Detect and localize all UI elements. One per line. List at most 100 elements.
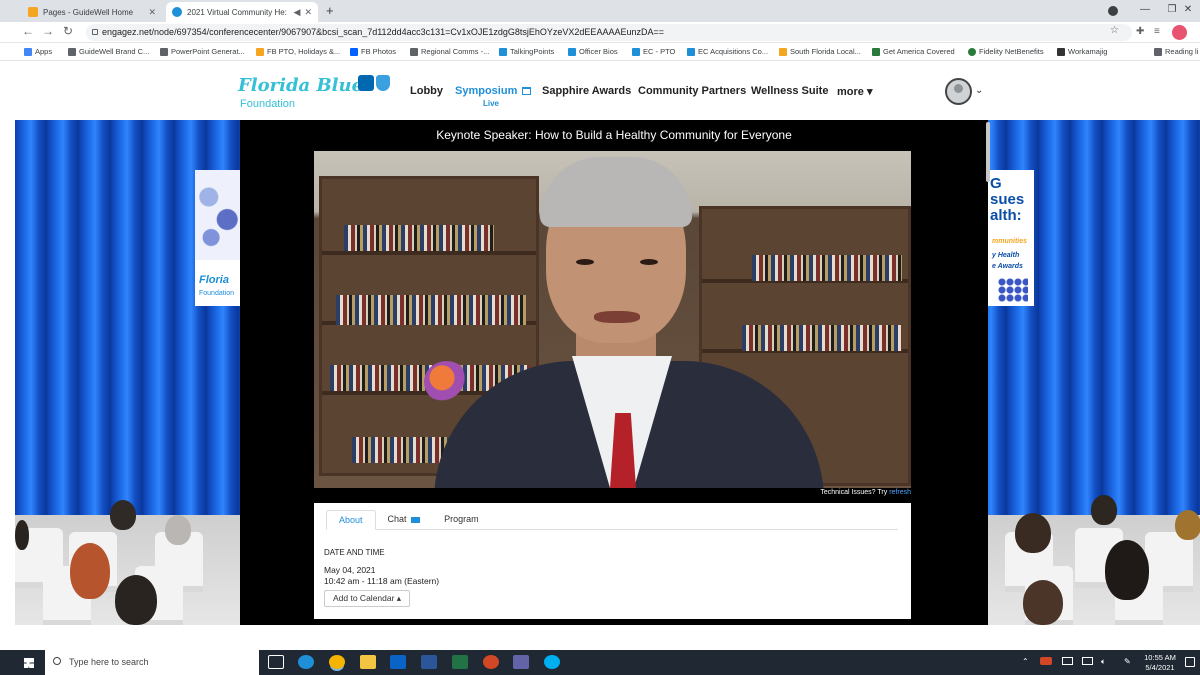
edge-icon[interactable] [298,655,314,669]
new-tab-button[interactable]: + [326,3,334,18]
teams-icon[interactable] [513,655,529,669]
session-info-box: About Chat Program DATE AND TIME May 04,… [314,503,911,619]
network-icon[interactable] [1082,657,1093,665]
volume-icon[interactable]: 🔈︎ [1101,657,1106,667]
blue-cross-icon [358,75,374,91]
sharepoint-icon [499,47,507,56]
windows-start-icon[interactable] [24,658,34,668]
bookmark-south-florida-local[interactable]: South Florida Local... [779,47,861,56]
bookmark-label: FB PTO, Holidays &... [267,47,341,56]
profile-avatar[interactable] [1172,25,1187,40]
bookmark-fidelity-netbenefits[interactable]: Fidelity NetBenefits [968,47,1044,56]
forward-arrow-icon[interactable]: → [42,24,54,38]
taskbar-search[interactable]: Type here to search [45,650,259,675]
pages-icon [779,47,787,56]
pen-icon[interactable]: ✎ [1124,657,1131,666]
pages-favicon-icon [28,7,38,17]
calendar-icon [522,87,532,96]
banner-text: Floria [199,274,229,286]
nav-symposium[interactable]: Symposium [455,85,532,97]
session-time: 10:42 am - 11:18 am (Eastern) [324,576,440,586]
reading-list[interactable]: Reading li [1154,47,1198,56]
notifications-icon[interactable] [1185,657,1195,667]
apps-grid-icon [24,47,32,56]
chevron-up-icon[interactable]: ⌃ [1022,657,1029,666]
taskbar-clock[interactable]: 10:55 AM 5/4/2021 [1142,653,1178,673]
audience-member [1023,580,1063,625]
bookmark-ec-acquisitions[interactable]: EC Acquisitions Co... [687,47,768,56]
task-view-icon[interactable] [268,655,284,669]
address-bar[interactable]: engagez.net/node/697354/conferencecenter… [86,24,1132,41]
add-to-calendar-button[interactable]: Add to Calendar ▴ [324,590,411,607]
florida-blue-logo[interactable]: Florida Blue [238,75,363,96]
tab-search-icon[interactable] [1108,6,1118,16]
bookmark-apps[interactable]: Apps [24,47,52,56]
close-tab-icon[interactable]: ✕ [304,7,312,18]
books [752,255,902,281]
clock-time: 10:55 AM [1144,653,1176,662]
bookmark-star-icon[interactable]: ☆ [1110,25,1119,36]
bookmark-officer-bios[interactable]: Officer Bios [568,47,618,56]
bookmark-regional-comms[interactable]: Regional Comms -... [410,47,489,56]
audio-playing-icon[interactable]: ◀ [294,7,301,18]
page-scrollbar[interactable] [986,122,990,182]
bookmark-talkingpoints[interactable]: TalkingPoints [499,47,554,56]
bookmark-label: Get America Covered [883,47,955,56]
session-tabs: About Chat Program [326,510,491,530]
nav-wellness-suite[interactable]: Wellness Suite [751,85,828,97]
file-explorer-icon[interactable] [360,655,376,669]
excel-icon[interactable] [452,655,468,669]
tab-chat[interactable]: Chat [376,510,433,530]
sharepoint-icon [568,47,576,56]
media-controls-icon[interactable]: ≡ [1154,26,1160,37]
bookmark-label: PowerPoint Generat... [171,47,245,56]
books [344,225,494,251]
keynote-video-player[interactable] [314,151,911,488]
speaker-eye [576,259,594,265]
nav-more[interactable]: more ▾ [837,85,873,98]
word-icon[interactable] [421,655,437,669]
chrome-icon[interactable] [329,655,345,669]
back-arrow-icon[interactable]: ← [22,24,34,38]
powerpoint-icon[interactable] [483,655,499,669]
bookmark-guidewell-brand[interactable]: GuideWell Brand C... [68,47,149,56]
bookmark-label: Apps [35,47,53,56]
extensions-icon[interactable]: ✚ [1136,26,1144,37]
audience-member [165,515,191,545]
bookmark-label: EC - PTO [643,47,676,56]
shelf [322,251,536,255]
fidelity-icon [968,47,976,56]
close-window-button[interactable]: ✕ [1176,0,1200,22]
bookmark-fb-pto-holidays[interactable]: FB PTO, Holidays &... [256,47,340,56]
chevron-down-icon[interactable]: ⌄ [975,85,983,96]
tab-virtual-community-health[interactable]: 2021 Virtual Community He: ◀ ✕ [166,2,318,22]
refresh-link[interactable]: refresh [889,489,911,496]
tab-program[interactable]: Program [432,510,491,530]
close-tab-icon[interactable]: ✕ [148,7,156,18]
banner-line: e Awards [992,263,1023,270]
user-avatar[interactable] [945,78,972,105]
bookmark-fb-photos[interactable]: FB Photos [350,47,396,56]
bookmark-workamajig[interactable]: Workamajig [1057,47,1107,56]
bookmark-get-america-covered[interactable]: Get America Covered [872,47,955,56]
tab-guidewell-home[interactable]: Pages - GuideWell Home ✕ [22,2,162,22]
nav-lobby[interactable]: Lobby [410,85,443,97]
bookmark-label: South Florida Local... [790,47,861,56]
lock-icon [92,29,98,35]
outlook-icon[interactable] [390,655,406,669]
skype-icon[interactable] [544,655,560,669]
bookmarks-bar: Apps GuideWell Brand C... PowerPoint Gen… [0,43,1200,61]
speaker-eye [640,259,658,265]
bookmark-ec-pto[interactable]: EC - PTO [632,47,675,56]
bookmark-powerpoint-generator[interactable]: PowerPoint Generat... [160,47,245,56]
banner-artwork [195,170,241,260]
tab-about[interactable]: About [326,510,376,530]
nav-community-partners[interactable]: Community Partners [638,85,746,97]
tray-app-icon[interactable] [1040,657,1052,665]
live-indicator: Live [483,99,500,108]
reload-icon[interactable]: ↻ [63,24,73,38]
browser-tab-strip: Pages - GuideWell Home ✕ 2021 Virtual Co… [0,0,1200,22]
nav-sapphire-awards[interactable]: Sapphire Awards [542,85,631,97]
url-text: engagez.net/node/697354/conferencecenter… [102,27,664,37]
tray-meeting-icon[interactable] [1062,657,1073,665]
